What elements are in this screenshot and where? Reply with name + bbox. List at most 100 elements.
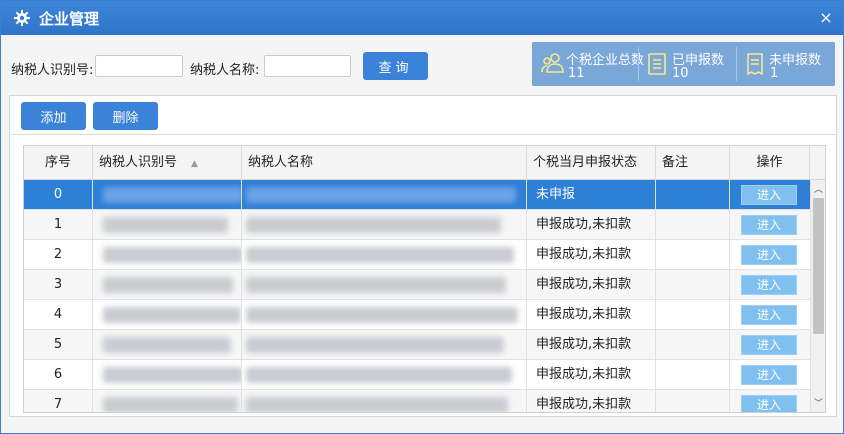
taxpayer-id-label: 纳税人识别号: xyxy=(11,63,94,78)
table-row[interactable]: 1 申报成功,未扣款 进入 xyxy=(24,210,810,240)
stat-total-value: 11 xyxy=(568,66,585,81)
row-index: 7 xyxy=(24,390,93,412)
row-action: 进入 xyxy=(730,270,810,300)
row-index: 4 xyxy=(24,300,93,330)
taxpayer-name-input[interactable] xyxy=(264,55,351,77)
vertical-scrollbar[interactable]: ︿ ﹀ xyxy=(810,180,825,412)
column-header-taxpayer-id[interactable]: 纳税人识别号 ▲ xyxy=(93,146,242,180)
column-header-remark[interactable]: 备注 xyxy=(656,146,730,180)
sort-asc-icon: ▲ xyxy=(191,159,198,169)
table-row[interactable]: 6 申报成功,未扣款 进入 xyxy=(24,360,810,390)
enterprise-table: 序号 纳税人识别号 ▲ 纳税人名称 个税当月申报状态 备注 操作 0 未申报 进入 1 申… xyxy=(23,145,826,413)
table-row[interactable]: 7 申报成功,未扣款 进入 xyxy=(24,390,810,412)
scrollbar-thumb[interactable] xyxy=(813,198,824,334)
column-header-index[interactable]: 序号 xyxy=(24,146,93,180)
column-header-taxpayer-name[interactable]: 纳税人名称 xyxy=(242,146,527,180)
row-remark xyxy=(656,210,730,240)
stat-declared-value: 10 xyxy=(672,66,689,81)
stat-divider xyxy=(638,47,639,81)
table-row[interactable]: 3 申报成功,未扣款 进入 xyxy=(24,270,810,300)
row-taxpayer-id-redacted xyxy=(93,180,242,210)
row-status: 未申报 xyxy=(527,180,656,210)
taxpayer-id-input[interactable] xyxy=(95,55,183,77)
title-bar: 企业管理 × xyxy=(1,1,843,35)
enter-button[interactable]: 进入 xyxy=(741,185,797,205)
enter-button[interactable]: 进入 xyxy=(741,305,797,325)
row-taxpayer-id-redacted xyxy=(93,210,242,240)
row-remark xyxy=(656,180,730,210)
row-taxpayer-name-redacted xyxy=(242,360,527,390)
row-taxpayer-id-redacted xyxy=(93,330,242,360)
window-title: 企业管理 xyxy=(39,10,100,28)
users-icon xyxy=(541,52,565,78)
row-index: 3 xyxy=(24,270,93,300)
enter-button[interactable]: 进入 xyxy=(741,215,797,235)
row-status: 申报成功,未扣款 xyxy=(527,300,656,330)
row-taxpayer-id-redacted xyxy=(93,270,242,300)
row-taxpayer-name-redacted xyxy=(242,270,527,300)
row-status: 申报成功,未扣款 xyxy=(527,270,656,300)
enterprise-panel: 添加 删除 序号 纳税人识别号 ▲ 纳税人名称 个税当月申报状态 备注 操作 0 未… xyxy=(9,95,837,417)
row-action: 进入 xyxy=(730,180,810,210)
table-row[interactable]: 0 未申报 进入 xyxy=(24,180,810,210)
enter-button[interactable]: 进入 xyxy=(741,335,797,355)
row-index: 0 xyxy=(24,180,93,210)
row-remark xyxy=(656,360,730,390)
delete-button[interactable]: 删除 xyxy=(93,102,158,130)
row-status: 申报成功,未扣款 xyxy=(527,330,656,360)
row-taxpayer-name-redacted xyxy=(242,330,527,360)
stat-declared: 已申报数 10 xyxy=(642,42,738,86)
row-remark xyxy=(656,390,730,412)
row-taxpayer-id-redacted xyxy=(93,360,242,390)
row-taxpayer-name-redacted xyxy=(242,240,527,270)
row-taxpayer-name-redacted xyxy=(242,180,527,210)
row-status: 申报成功,未扣款 xyxy=(527,210,656,240)
row-action: 进入 xyxy=(730,360,810,390)
query-button[interactable]: 查询 xyxy=(363,52,428,80)
row-action: 进入 xyxy=(730,240,810,270)
chevron-up-icon[interactable]: ︿ xyxy=(811,182,825,196)
row-status: 申报成功,未扣款 xyxy=(527,390,656,412)
column-header-status[interactable]: 个税当月申报状态 xyxy=(527,146,656,180)
toolbar-divider xyxy=(10,134,836,135)
stat-undeclared: 未申报数 1 xyxy=(740,42,835,86)
enter-button[interactable]: 进入 xyxy=(741,365,797,385)
close-icon[interactable]: × xyxy=(817,9,835,27)
row-taxpayer-id-redacted xyxy=(93,390,242,412)
enter-button[interactable]: 进入 xyxy=(741,245,797,265)
enter-button[interactable]: 进入 xyxy=(741,275,797,295)
enter-button[interactable]: 进入 xyxy=(741,395,797,412)
row-remark xyxy=(656,270,730,300)
table-row[interactable]: 5 申报成功,未扣款 进入 xyxy=(24,330,810,360)
row-action: 进入 xyxy=(730,330,810,360)
taxpayer-name-label: 纳税人名称: xyxy=(190,63,260,78)
table-header: 序号 纳税人识别号 ▲ 纳税人名称 个税当月申报状态 备注 操作 xyxy=(24,146,825,180)
row-index: 2 xyxy=(24,240,93,270)
row-index: 1 xyxy=(24,210,93,240)
row-taxpayer-name-redacted xyxy=(242,300,527,330)
row-taxpayer-id-redacted xyxy=(93,300,242,330)
table-row[interactable]: 2 申报成功,未扣款 进入 xyxy=(24,240,810,270)
row-remark xyxy=(656,300,730,330)
document-icon xyxy=(647,52,667,80)
row-action: 进入 xyxy=(730,210,810,240)
stat-total: 个税企业总数 11 xyxy=(532,42,644,86)
row-action: 进入 xyxy=(730,300,810,330)
row-status: 申报成功,未扣款 xyxy=(527,240,656,270)
stat-undeclared-value: 1 xyxy=(770,66,779,81)
table-row[interactable]: 4 申报成功,未扣款 进入 xyxy=(24,300,810,330)
statistics-panel: 个税企业总数 11 已申报数 10 未申报数 1 xyxy=(532,42,835,86)
column-header-action: 操作 xyxy=(730,146,810,180)
row-taxpayer-name-redacted xyxy=(242,390,527,412)
receipt-icon xyxy=(745,52,765,80)
row-index: 6 xyxy=(24,360,93,390)
row-status: 申报成功,未扣款 xyxy=(527,360,656,390)
row-remark xyxy=(656,330,730,360)
chevron-down-icon[interactable]: ﹀ xyxy=(811,396,825,410)
gear-icon xyxy=(13,9,31,27)
row-action: 进入 xyxy=(730,390,810,412)
row-index: 5 xyxy=(24,330,93,360)
enterprise-management-window: 企业管理 × 纳税人识别号: 纳税人名称: 查询 个税企业总数 11 已申报数 … xyxy=(0,0,844,434)
add-button[interactable]: 添加 xyxy=(21,102,86,130)
row-taxpayer-id-redacted xyxy=(93,240,242,270)
